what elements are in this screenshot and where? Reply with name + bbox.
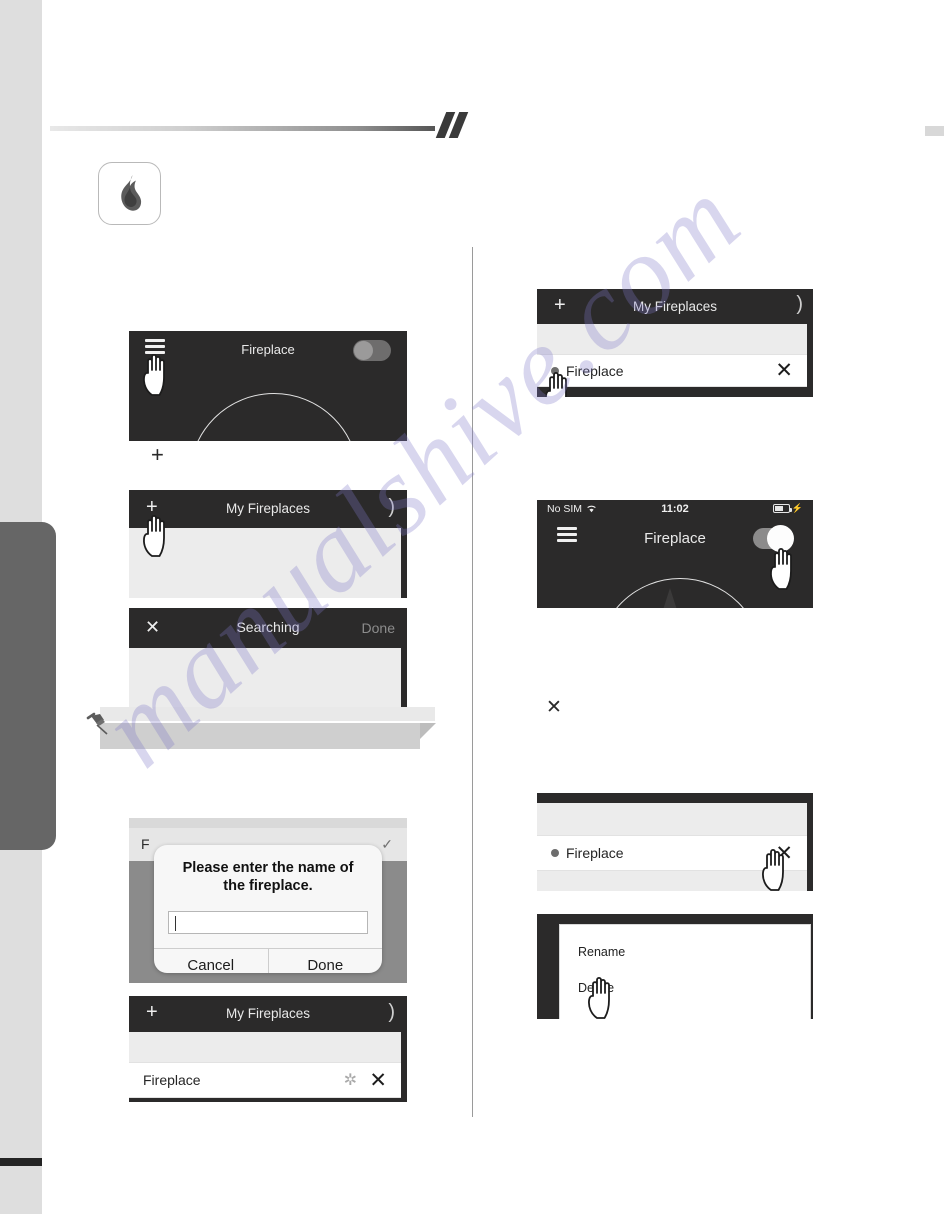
rename-dialog: Please enter the name of the fireplace. …: [154, 845, 382, 973]
cancel-button[interactable]: Cancel: [154, 949, 268, 973]
screenshot-home: Fireplace: [129, 331, 407, 441]
screenshot-my-fireplaces-empty: My Fireplaces + ): [129, 490, 407, 598]
fireplace-name-input[interactable]: [168, 911, 368, 935]
close-glyph: ✕: [546, 697, 562, 718]
home-navbar: Fireplace: [129, 331, 407, 369]
navbar: Searching ✕ Done: [129, 608, 407, 648]
done-button[interactable]: Done: [362, 620, 395, 636]
charging-bolt-icon: ⚡: [791, 503, 803, 513]
status-bar: No SIM 11:02 ⚡: [537, 500, 813, 517]
chevron-right-icon[interactable]: ): [388, 496, 395, 519]
done-button[interactable]: Done: [267, 949, 383, 973]
list-body: [537, 324, 807, 354]
flame-icon: [120, 174, 141, 211]
header-rule: [50, 126, 435, 131]
remove-icon[interactable]: ✕: [775, 843, 793, 864]
manual-page: Fireplace + My Fireplaces + ) Searching …: [0, 0, 944, 1214]
list-body: [129, 1032, 401, 1062]
plus-glyph: +: [151, 442, 164, 467]
fireplace-label: Fireplace: [143, 1072, 201, 1088]
remove-icon[interactable]: ✕: [369, 1070, 387, 1091]
control-navbar: Fireplace: [537, 517, 813, 562]
fireplace-list-item[interactable]: Fireplace ✕: [537, 354, 807, 387]
list-body: [129, 528, 401, 598]
dialog-title: Please enter the name of the fireplace.: [182, 860, 354, 895]
menu-item-delete[interactable]: Delete: [560, 981, 614, 995]
section-tab-right: [925, 126, 944, 136]
dial-arc: [189, 393, 359, 441]
screenshot-name-dialog: F ✓ Please enter the name of the firepla…: [129, 818, 407, 983]
power-toggle[interactable]: [753, 525, 794, 552]
clock-label: 11:02: [661, 502, 689, 515]
navbar-title: My Fireplaces: [632, 299, 718, 314]
check-icon: ✓: [381, 836, 393, 852]
status-dot: [551, 849, 559, 857]
power-toggle[interactable]: [353, 340, 391, 361]
add-fireplace-button[interactable]: +: [554, 294, 566, 317]
behind-row-label: F: [141, 836, 150, 852]
note-bar: [100, 723, 420, 749]
list-body-top: [537, 803, 807, 835]
screenshot-list-delete: Fireplace ✕: [537, 793, 813, 891]
navbar-title: My Fireplaces: [225, 501, 311, 516]
status-right: ⚡: [772, 503, 803, 514]
fireplace-label: Fireplace: [566, 362, 624, 379]
fireplace-label: Fireplace: [566, 845, 624, 861]
section-tab-left: [0, 522, 56, 850]
list-body-bottom: [537, 871, 807, 891]
close-button[interactable]: ✕: [145, 617, 160, 638]
add-fireplace-button[interactable]: +: [146, 1001, 158, 1024]
note-bar-top: [100, 707, 435, 721]
app-icon-tile: [98, 162, 161, 225]
note-fold-corner: [420, 723, 436, 739]
add-fireplace-button[interactable]: +: [146, 496, 158, 519]
flame-graphic: [663, 588, 677, 608]
navbar: My Fireplaces + ): [129, 996, 407, 1032]
navbar: My Fireplaces + ): [537, 289, 813, 324]
fireplace-list-item[interactable]: Fireplace ✕: [537, 835, 807, 871]
menu-item-rename[interactable]: Rename: [560, 945, 625, 959]
status-dot: [551, 366, 559, 375]
screenshot-searching: Searching ✕ Done: [129, 608, 407, 708]
list-body: [129, 648, 401, 708]
screenshot-fireplace-added: My Fireplaces + ) Fireplace ✲ ✕: [129, 996, 407, 1102]
page-footer-bar: [0, 1158, 42, 1166]
screenshot-list-select: My Fireplaces + ) Fireplace ✕: [537, 289, 813, 397]
loading-spinner: ✲: [343, 1072, 357, 1089]
remove-icon[interactable]: ✕: [775, 360, 793, 381]
pushpin-icon: [86, 712, 108, 735]
chevron-right-icon[interactable]: ): [796, 293, 803, 316]
column-divider: [472, 247, 473, 1117]
screenshot-context-menu: Rename Delete: [537, 914, 813, 1019]
fireplace-list-item[interactable]: Fireplace ✲ ✕: [129, 1062, 401, 1098]
battery-icon: [772, 504, 792, 513]
context-menu-card: Rename Delete: [559, 924, 811, 1019]
chevron-right-icon[interactable]: ): [388, 1001, 395, 1024]
dialog-buttons: Cancel Done: [154, 948, 382, 973]
navbar: My Fireplaces + ): [129, 490, 407, 528]
screenshot-control: No SIM 11:02 ⚡ Fireplace: [537, 500, 813, 608]
navbar-title: My Fireplaces: [225, 1006, 311, 1021]
